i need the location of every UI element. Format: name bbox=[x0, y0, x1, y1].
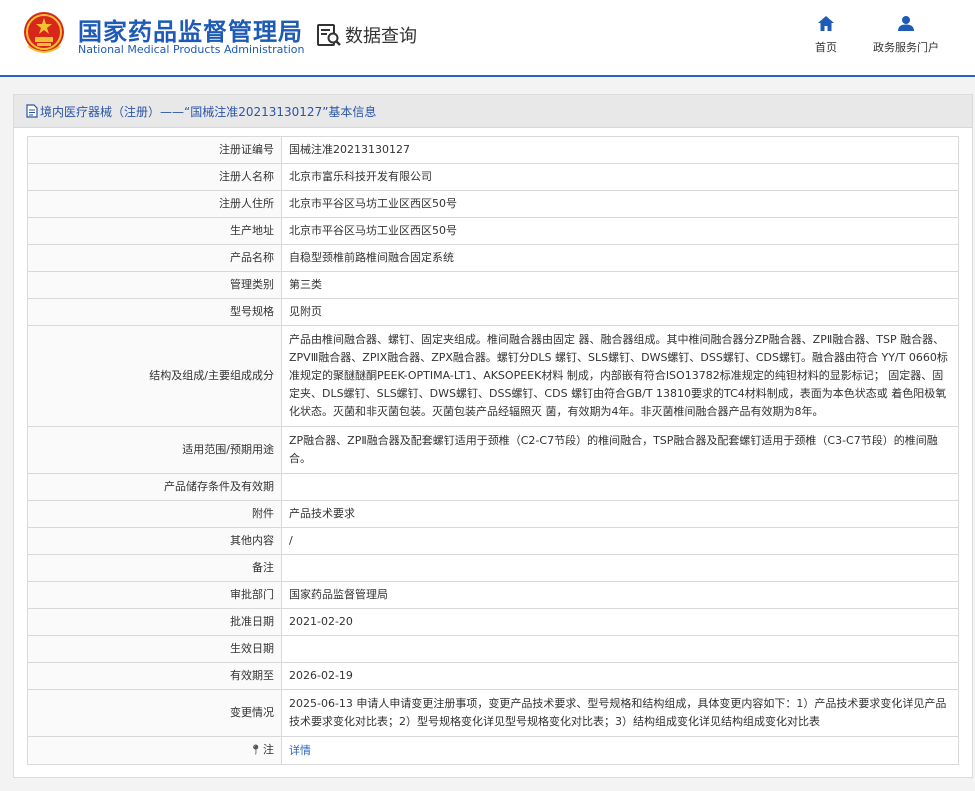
table-row: 产品名称 自稳型颈椎前路椎间融合固定系统 bbox=[27, 244, 959, 272]
note-label: 注 bbox=[263, 743, 274, 756]
field-label: 审批部门 bbox=[27, 581, 282, 609]
table-row: 附件 产品技术要求 bbox=[27, 500, 959, 528]
data-query-title: 数据查询 bbox=[316, 20, 417, 50]
home-icon bbox=[818, 16, 834, 31]
field-value bbox=[281, 554, 959, 582]
nav-service-portal-label: 政务服务门户 bbox=[873, 41, 939, 54]
details-link[interactable]: 详情 bbox=[289, 744, 311, 757]
field-value: 详情 bbox=[281, 736, 959, 765]
nav-home-label: 首页 bbox=[815, 41, 837, 54]
field-value: 自稳型颈椎前路椎间融合固定系统 bbox=[281, 244, 959, 272]
field-value: 北京市平谷区马坊工业区西区50号 bbox=[281, 190, 959, 218]
nav-service-portal[interactable]: 政务服务门户 bbox=[866, 16, 946, 55]
table-row: 管理类别 第三类 bbox=[27, 271, 959, 299]
field-label: 适用范围/预期用途 bbox=[27, 426, 282, 474]
table-row: 适用范围/预期用途 ZP融合器、ZPⅡ融合器及配套螺钉适用于颈椎（C2-C7节段… bbox=[27, 426, 959, 474]
field-value: 见附页 bbox=[281, 298, 959, 326]
field-label: 生效日期 bbox=[27, 635, 282, 663]
field-label: 附件 bbox=[27, 500, 282, 528]
table-row: 产品储存条件及有效期 bbox=[27, 473, 959, 501]
field-label: 变更情况 bbox=[27, 689, 282, 737]
field-value: ZP融合器、ZPⅡ融合器及配套螺钉适用于颈椎（C2-C7节段）的椎间融合，TSP… bbox=[281, 426, 959, 474]
field-value: 国家药品监督管理局 bbox=[281, 581, 959, 609]
field-value: 2025-06-13 申请人申请变更注册事项，变更产品技术要求、型号规格和结构组… bbox=[281, 689, 959, 737]
data-query-icon bbox=[317, 24, 341, 46]
table-row: 生产地址 北京市平谷区马坊工业区西区50号 bbox=[27, 217, 959, 245]
table-row: 批准日期 2021-02-20 bbox=[27, 608, 959, 636]
table-row: 注册人名称 北京市富乐科技开发有限公司 bbox=[27, 163, 959, 191]
pin-icon: 📍︎ bbox=[249, 745, 262, 756]
table-row: 注册证编号 国械注准20213130127 bbox=[27, 136, 959, 164]
table-row: 备注 bbox=[27, 554, 959, 582]
field-label: 注册证编号 bbox=[27, 136, 282, 164]
panel-title: 境内医疗器械（注册）——“国械注准20213130127”基本信息 bbox=[40, 104, 377, 119]
table-row: 审批部门 国家药品监督管理局 bbox=[27, 581, 959, 609]
field-label: 备注 bbox=[27, 554, 282, 582]
table-row: 结构及组成/主要组成成分 产品由椎间融合器、螺钉、固定夹组成。椎间融合器由固定 … bbox=[27, 325, 959, 427]
panel-title-bar: 境内医疗器械（注册）——“国械注准20213130127”基本信息 bbox=[14, 95, 972, 128]
field-label: 注册人住所 bbox=[27, 190, 282, 218]
user-icon bbox=[898, 16, 914, 31]
field-label: 有效期至 bbox=[27, 662, 282, 690]
field-value: 北京市平谷区马坊工业区西区50号 bbox=[281, 217, 959, 245]
field-label: 批准日期 bbox=[27, 608, 282, 636]
site-header: 国家药品监督管理局 National Medical Products Admi… bbox=[0, 0, 975, 77]
data-query-label: 数据查询 bbox=[345, 26, 417, 47]
field-value: 第三类 bbox=[281, 271, 959, 299]
field-value: 产品由椎间融合器、螺钉、固定夹组成。椎间融合器由固定 器、融合器组成。其中椎间融… bbox=[281, 325, 959, 427]
field-label: 产品名称 bbox=[27, 244, 282, 272]
national-emblem-icon bbox=[24, 12, 64, 53]
table-row: 型号规格 见附页 bbox=[27, 298, 959, 326]
field-value bbox=[281, 635, 959, 663]
field-value: 2026-02-19 bbox=[281, 662, 959, 690]
table-row: 其他内容 / bbox=[27, 527, 959, 555]
field-label: 生产地址 bbox=[27, 217, 282, 245]
field-value bbox=[281, 473, 959, 501]
site-name-cn: 国家药品监督管理局 bbox=[78, 18, 303, 46]
table-row: 生效日期 bbox=[27, 635, 959, 663]
field-value: 产品技术要求 bbox=[281, 500, 959, 528]
field-label: 产品储存条件及有效期 bbox=[27, 473, 282, 501]
field-value: 北京市富乐科技开发有限公司 bbox=[281, 163, 959, 191]
table-row: 注册人住所 北京市平谷区马坊工业区西区50号 bbox=[27, 190, 959, 218]
field-value: / bbox=[281, 527, 959, 555]
field-label: 型号规格 bbox=[27, 298, 282, 326]
field-value: 国械注准20213130127 bbox=[281, 136, 959, 164]
table-row: 有效期至 2026-02-19 bbox=[27, 662, 959, 690]
field-label: 其他内容 bbox=[27, 527, 282, 555]
field-label: 管理类别 bbox=[27, 271, 282, 299]
table-row: 变更情况 2025-06-13 申请人申请变更注册事项，变更产品技术要求、型号规… bbox=[27, 689, 959, 737]
info-panel: 境内医疗器械（注册）——“国械注准20213130127”基本信息 注册证编号 … bbox=[13, 94, 973, 778]
field-label: 注册人名称 bbox=[27, 163, 282, 191]
document-icon bbox=[26, 104, 38, 118]
nav-home[interactable]: 首页 bbox=[810, 16, 842, 55]
registration-info-table: 注册证编号 国械注准20213130127 注册人名称 北京市富乐科技开发有限公… bbox=[27, 136, 959, 765]
field-label-note: 📍︎注 bbox=[27, 736, 282, 765]
table-row: 📍︎注 详情 bbox=[27, 736, 959, 765]
field-label: 结构及组成/主要组成成分 bbox=[27, 325, 282, 427]
site-name-en: National Medical Products Administration bbox=[78, 43, 305, 56]
field-value: 2021-02-20 bbox=[281, 608, 959, 636]
